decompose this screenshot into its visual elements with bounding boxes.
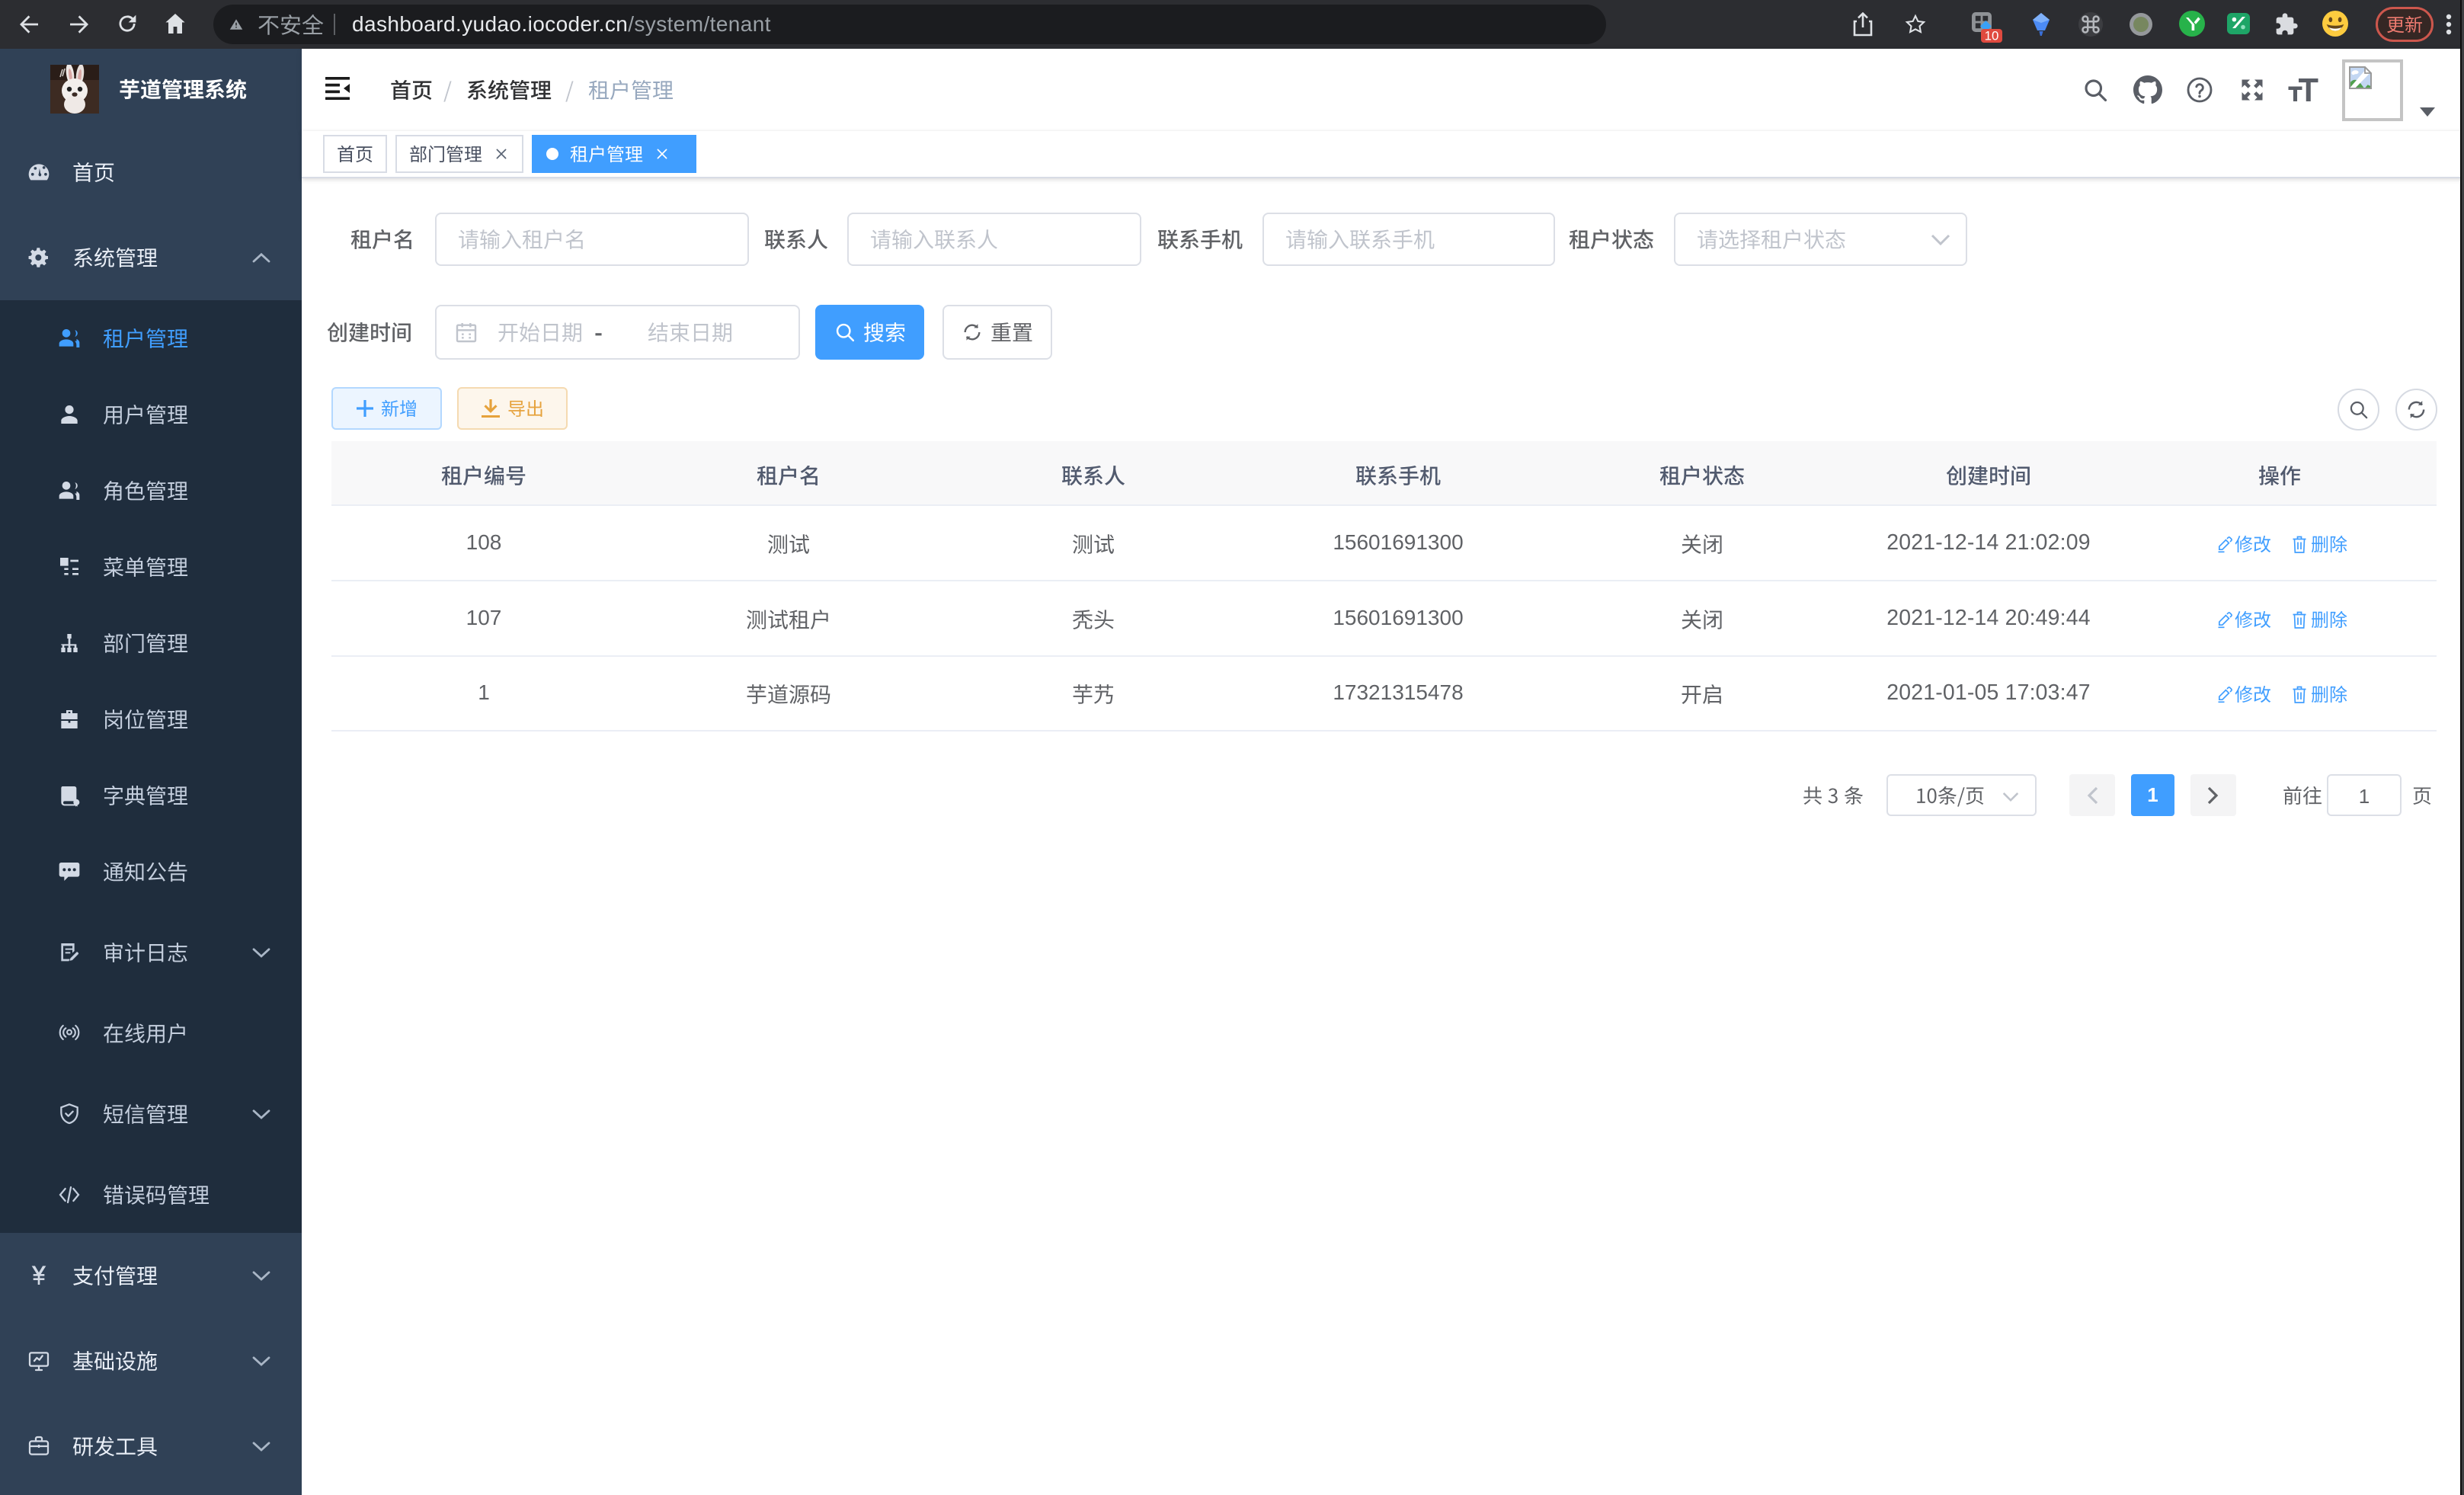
svg-text:10: 10 bbox=[1985, 28, 1999, 43]
